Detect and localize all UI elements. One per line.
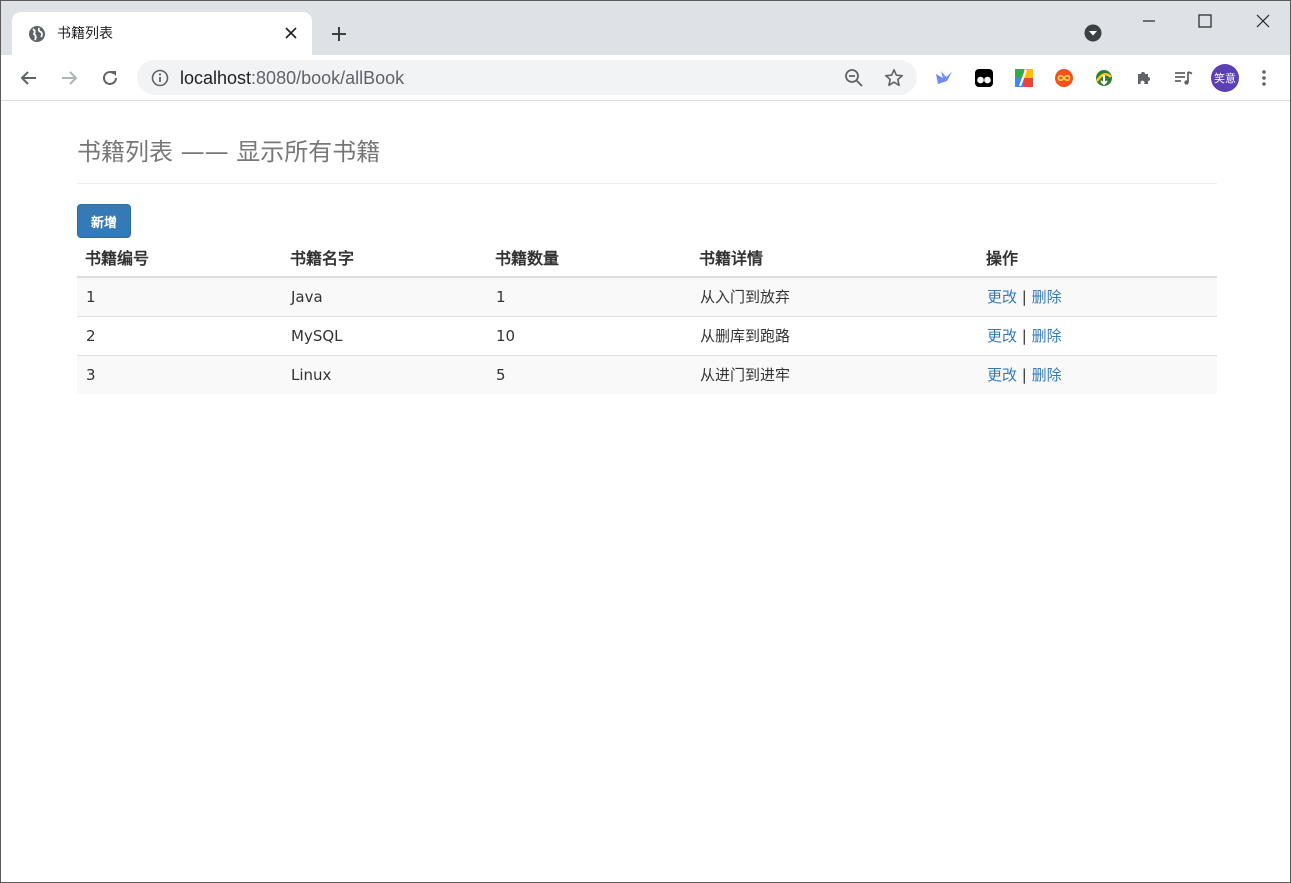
action-separator: |	[1021, 327, 1027, 345]
book-count: 5	[487, 354, 691, 394]
forward-arrow-icon[interactable]	[56, 65, 82, 91]
table-header-row: 书籍编号 书籍名字 书籍数量 书籍详情 操作	[77, 238, 1217, 278]
table-row: 1 Java 1 从入门到放弃 更改 | 删除	[77, 277, 1217, 316]
book-count: 1	[487, 277, 691, 316]
browser-tab[interactable]: 书籍列表	[12, 12, 312, 55]
address-bar[interactable]: localhost:8080/book/allBook	[137, 60, 917, 95]
book-detail: 从删库到跑路	[691, 315, 978, 355]
bird-extension-icon[interactable]	[933, 67, 955, 89]
book-detail: 从入门到放弃	[691, 277, 978, 316]
row-actions: 更改 | 删除	[978, 315, 1217, 355]
book-id: 1	[77, 277, 282, 316]
plus-icon[interactable]	[327, 22, 351, 46]
book-name: Linux	[282, 354, 487, 394]
row-actions: 更改 | 删除	[978, 354, 1217, 394]
edit-link[interactable]: 更改	[987, 366, 1017, 384]
table-row: 2 MySQL 10 从删库到跑路 更改 | 删除	[77, 315, 1217, 355]
tampermonkey-extension-icon[interactable]	[973, 67, 995, 89]
delete-link[interactable]: 删除	[1032, 288, 1062, 306]
book-detail: 从进门到进牢	[691, 354, 978, 394]
tab-title: 书籍列表	[57, 25, 113, 41]
close-icon[interactable]	[282, 24, 300, 42]
maximize-icon[interactable]	[1193, 9, 1217, 33]
delete-link[interactable]: 删除	[1032, 327, 1062, 345]
reload-icon[interactable]	[97, 65, 123, 91]
book-id: 3	[77, 354, 282, 394]
page-title: 书籍列表 —— 显示所有书籍	[77, 138, 381, 166]
globe-icon	[28, 25, 46, 43]
back-arrow-icon[interactable]	[16, 65, 42, 91]
column-header: 书籍数量	[487, 238, 691, 278]
puzzle-icon[interactable]	[1133, 67, 1155, 89]
page-header: 书籍列表 —— 显示所有书籍	[77, 101, 1217, 184]
row-actions: 更改 | 删除	[978, 277, 1217, 316]
book-name: Java	[282, 277, 487, 316]
column-header: 书籍编号	[77, 238, 282, 278]
column-header: 书籍名字	[282, 238, 487, 278]
book-id: 2	[77, 315, 282, 355]
action-separator: |	[1021, 288, 1027, 307]
colorful-extension-icon[interactable]	[1013, 67, 1035, 89]
book-count: 10	[487, 315, 691, 355]
delete-link[interactable]: 删除	[1032, 366, 1062, 384]
infinity-extension-icon[interactable]	[1053, 67, 1075, 89]
star-icon[interactable]	[884, 68, 904, 88]
action-separator: |	[1021, 366, 1027, 385]
close-window-icon[interactable]	[1251, 9, 1275, 33]
page-content: 书籍列表 —— 显示所有书籍 新增 书籍编号 书籍名字 书籍数量 书籍详情 操作…	[77, 101, 1217, 394]
tab-search-icon[interactable]	[1083, 23, 1103, 43]
edit-link[interactable]: 更改	[987, 288, 1017, 306]
info-icon[interactable]	[151, 69, 169, 87]
download-manager-extension-icon[interactable]	[1093, 67, 1115, 89]
url-text[interactable]: localhost:8080/book/allBook	[180, 68, 404, 88]
zoom-out-icon[interactable]	[844, 68, 864, 88]
url-host: localhost	[180, 68, 252, 88]
media-control-icon[interactable]	[1173, 67, 1195, 89]
edit-link[interactable]: 更改	[987, 327, 1017, 345]
book-table: 书籍编号 书籍名字 书籍数量 书籍详情 操作 1 Java 1 从入门到放弃 更…	[77, 238, 1217, 394]
add-book-button[interactable]: 新增	[77, 204, 131, 238]
minimize-icon[interactable]	[1137, 9, 1161, 33]
tab-strip: 书籍列表	[1, 1, 1290, 55]
book-name: MySQL	[282, 315, 487, 355]
url-path: :8080/book/allBook	[251, 68, 405, 88]
kebab-menu-icon[interactable]	[1254, 66, 1274, 90]
profile-avatar[interactable]: 笑意	[1211, 64, 1239, 92]
column-header: 书籍详情	[691, 238, 978, 278]
browser-toolbar: localhost:8080/book/allBook 笑意	[1, 55, 1290, 101]
column-header: 操作	[978, 238, 1217, 278]
table-row: 3 Linux 5 从进门到进牢 更改 | 删除	[77, 354, 1217, 394]
